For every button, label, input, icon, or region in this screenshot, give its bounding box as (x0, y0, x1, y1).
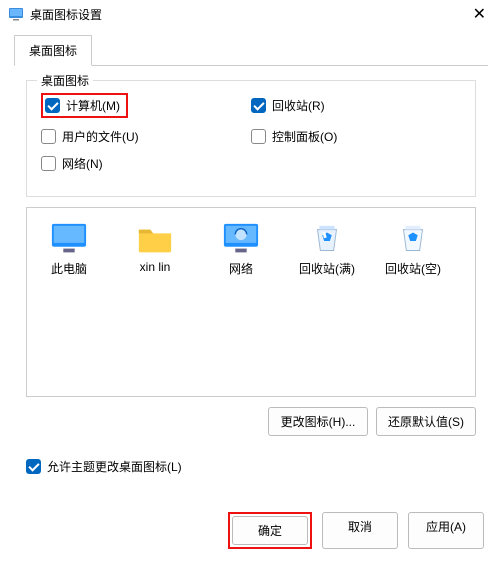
dialog-footer: 确定 取消 应用(A) (228, 512, 484, 549)
checkbox-userfiles-label: 用户的文件(U) (62, 128, 139, 145)
apply-button[interactable]: 应用(A) (408, 512, 484, 549)
icon-item-recycle-full[interactable]: 回收站(满) (295, 222, 359, 277)
restore-defaults-button[interactable]: 还原默认值(S) (376, 407, 476, 436)
icon-label: 网络 (229, 260, 253, 277)
checkbox-network-label: 网络(N) (62, 155, 103, 172)
icon-label: xin lin (140, 260, 171, 274)
icon-item-network[interactable]: 网络 (209, 222, 273, 277)
window-title: 桌面图标设置 (30, 6, 465, 23)
icon-label: 回收站(空) (385, 260, 441, 277)
ok-button[interactable]: 确定 (232, 516, 308, 545)
checkbox-userfiles[interactable] (41, 129, 56, 144)
highlight-computer: 计算机(M) (41, 93, 128, 118)
checkbox-controlpanel[interactable] (251, 129, 266, 144)
change-icon-button[interactable]: 更改图标(H)... (268, 407, 368, 436)
checkbox-controlpanel-label: 控制面板(O) (272, 128, 337, 145)
checkbox-allow-theme-label: 允许主题更改桌面图标(L) (47, 458, 182, 475)
desktop-icons-group: 桌面图标 计算机(M) 回收站(R) 用户的文件(U) 控制面板(O) (26, 80, 476, 197)
checkbox-allow-theme[interactable] (26, 459, 41, 474)
recycle-empty-icon (394, 222, 432, 254)
icon-preview-list: 此电脑 xin lin 网络 回收站(满) 回收站(空) (26, 207, 476, 397)
recycle-full-icon (308, 222, 346, 254)
monitor-icon (50, 222, 88, 254)
allow-theme-row: 允许主题更改桌面图标(L) (26, 458, 476, 475)
tab-desktop-icons[interactable]: 桌面图标 (14, 35, 92, 66)
network-monitor-icon (222, 222, 260, 254)
cancel-button[interactable]: 取消 (322, 512, 398, 549)
group-legend: 桌面图标 (37, 72, 93, 89)
checkbox-recycle[interactable] (251, 98, 266, 113)
checkbox-computer[interactable] (45, 98, 60, 113)
tabbar: 桌面图标 (14, 34, 488, 66)
checkbox-computer-label: 计算机(M) (66, 97, 120, 114)
icon-label: 回收站(满) (299, 260, 355, 277)
content: 桌面图标 计算机(M) 回收站(R) 用户的文件(U) 控制面板(O) (0, 66, 502, 446)
folder-icon (136, 222, 174, 254)
icon-item-folder[interactable]: xin lin (123, 222, 187, 274)
icon-item-recycle-empty[interactable]: 回收站(空) (381, 222, 445, 277)
checkbox-network[interactable] (41, 156, 56, 171)
titlebar: 桌面图标设置 ✕ (0, 0, 502, 28)
checkbox-recycle-label: 回收站(R) (272, 97, 325, 114)
icon-item-this-pc[interactable]: 此电脑 (37, 222, 101, 277)
icon-label: 此电脑 (51, 260, 87, 277)
app-icon (8, 6, 24, 22)
highlight-ok: 确定 (228, 512, 312, 549)
close-icon[interactable]: ✕ (465, 4, 494, 24)
